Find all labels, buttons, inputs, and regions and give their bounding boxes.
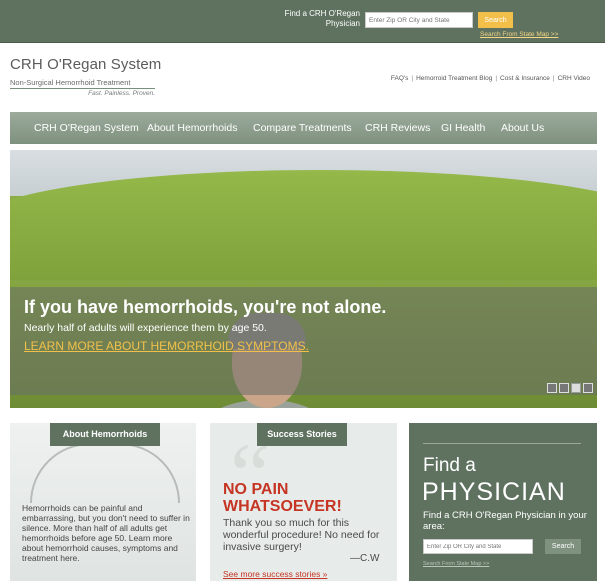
success-title-line1: NO PAIN bbox=[223, 481, 289, 498]
more-success-stories-link[interactable]: See more success stories » bbox=[223, 569, 327, 579]
slider-dot-4[interactable] bbox=[583, 383, 593, 393]
hero-title: If you have hemorrhoids, you're not alon… bbox=[24, 297, 387, 317]
slider-dot-3[interactable] bbox=[571, 383, 581, 393]
nav-about-us[interactable]: About Us bbox=[501, 112, 544, 144]
find-panel-subtitle: Find a CRH O'Regan Physician in your are… bbox=[423, 510, 587, 532]
util-link-faqs[interactable]: FAQ's bbox=[391, 75, 409, 82]
utility-links: FAQ's | Hemorroid Treatment Blog | Cost & In… bbox=[390, 75, 590, 82]
find-panel-physician: PHYSICIAN bbox=[422, 478, 566, 506]
site-logo[interactable]: CRH O'Regan System Non-Surgical Hemorrho… bbox=[10, 56, 161, 97]
nav-about-hemorrhoids[interactable]: About Hemorrhoids bbox=[147, 112, 237, 144]
about-hemorrhoids-panel: About Hemorrhoids Hemorrhoids can be pai… bbox=[10, 423, 196, 581]
hero-hill bbox=[10, 170, 597, 280]
hero-subtitle: Nearly half of adults will experience th… bbox=[24, 322, 267, 334]
util-link-blog[interactable]: Hemorroid Treatment Blog bbox=[416, 75, 492, 82]
find-panel-find: Find a bbox=[423, 455, 476, 476]
top-bar: Find a CRH O'Regan Physician Search Sear… bbox=[0, 0, 605, 43]
nav-compare-treatments[interactable]: Compare Treatments bbox=[253, 112, 352, 144]
top-search-button[interactable]: Search bbox=[478, 12, 513, 28]
slider-dot-1[interactable] bbox=[547, 383, 557, 393]
find-physician-panel: Find a PHYSICIAN Find a CRH O'Regan Phys… bbox=[409, 423, 597, 581]
find-panel-divider bbox=[423, 443, 581, 444]
nav-crh-reviews[interactable]: CRH Reviews bbox=[365, 112, 430, 144]
main-nav: CRH O'Regan System About Hemorrhoids Com… bbox=[10, 112, 597, 144]
success-stories-panel: “ Success Stories NO PAIN WHATSOEVER! Th… bbox=[210, 423, 397, 581]
about-panel-heading[interactable]: About Hemorrhoids bbox=[50, 423, 160, 446]
util-link-crh-video[interactable]: CRH Video bbox=[558, 75, 590, 82]
nav-crh-oregan-system[interactable]: CRH O'Regan System bbox=[34, 112, 139, 144]
top-location-search-input[interactable] bbox=[365, 12, 473, 28]
stethoscope-illustration bbox=[30, 443, 180, 503]
about-panel-text: Hemorrhoids can be painful and embarrass… bbox=[22, 503, 190, 563]
logo-subtitle: Non-Surgical Hemorrhoid Treatment bbox=[10, 78, 131, 87]
logo-divider bbox=[10, 88, 155, 89]
success-quote: Thank you so much for this wonderful pro… bbox=[223, 517, 380, 553]
success-title: NO PAIN WHATSOEVER! bbox=[223, 481, 342, 515]
top-state-map-link[interactable]: Search From State Map >> bbox=[480, 31, 558, 38]
logo-name: CRH O'Regan System bbox=[10, 56, 162, 73]
nav-gi-health[interactable]: GI Health bbox=[441, 112, 485, 144]
hero-symptoms-link[interactable]: LEARN MORE ABOUT HEMORRHOID SYMPTOMS. bbox=[24, 339, 309, 353]
panel-search-button[interactable]: Search bbox=[545, 539, 581, 554]
find-physician-label: Find a CRH O'Regan Physician bbox=[284, 9, 360, 28]
success-title-line2: WHATSOEVER! bbox=[223, 498, 342, 515]
success-panel-heading[interactable]: Success Stories bbox=[257, 423, 347, 446]
hero-slider-controls bbox=[547, 380, 595, 393]
panel-state-map-link[interactable]: Search From State Map >> bbox=[423, 561, 489, 567]
success-signature: —C.W bbox=[350, 553, 380, 564]
util-link-cost-insurance[interactable]: Cost & Insurance bbox=[500, 75, 550, 82]
logo-tagline: Fast. Painless. Proven. bbox=[88, 90, 155, 97]
panel-location-search-input[interactable] bbox=[423, 539, 533, 554]
slider-dot-2[interactable] bbox=[559, 383, 569, 393]
